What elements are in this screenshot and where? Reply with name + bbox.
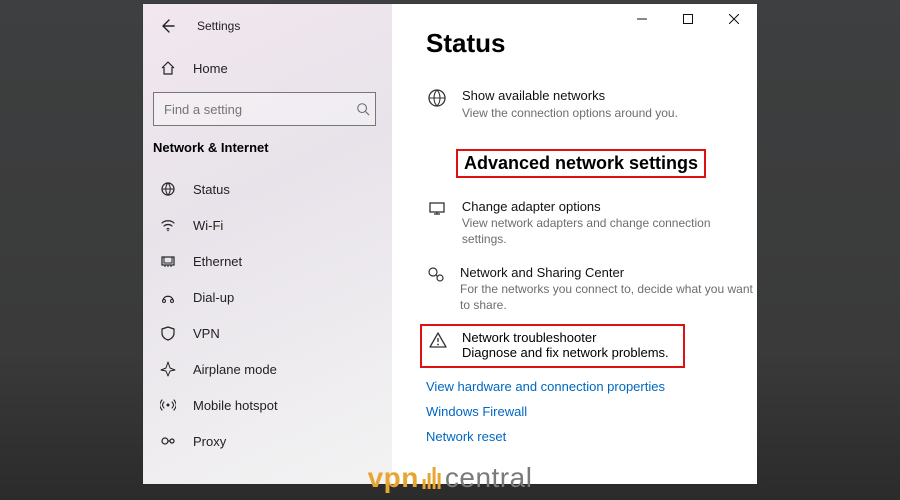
sidebar-item-label: Status xyxy=(193,182,230,197)
sidebar-item-label: Wi-Fi xyxy=(193,218,223,233)
search-input[interactable] xyxy=(154,102,350,117)
watermark-left: vpn xyxy=(368,462,419,494)
sidebar-home-label: Home xyxy=(193,61,228,76)
section-advanced-heading: Advanced network settings xyxy=(456,149,706,178)
link-windows-firewall[interactable]: Windows Firewall xyxy=(392,399,757,424)
warning-icon xyxy=(428,330,448,350)
sidebar-items: Status Wi-Fi Ethernet Dial-up VPN xyxy=(143,165,392,459)
search-box[interactable] xyxy=(153,92,376,126)
minimize-icon xyxy=(637,14,647,24)
option-desc: For the networks you connect to, decide … xyxy=(460,281,757,313)
maximize-button[interactable] xyxy=(665,4,711,34)
watermark-bars-icon xyxy=(423,467,441,489)
option-sharing-center[interactable]: Network and Sharing Center For the netwo… xyxy=(392,258,757,324)
option-desc: View network adapters and change connect… xyxy=(462,215,757,247)
close-icon xyxy=(729,14,739,24)
sidebar-item-airplane[interactable]: Airplane mode xyxy=(143,351,392,387)
arrow-left-icon xyxy=(159,18,175,34)
option-change-adapter[interactable]: Change adapter options View network adap… xyxy=(392,192,757,258)
minimize-button[interactable] xyxy=(619,4,665,34)
maximize-icon xyxy=(683,14,693,24)
watermark-right: central xyxy=(445,462,533,494)
close-button[interactable] xyxy=(711,4,757,34)
page-background: Settings Home Network & Internet Status xyxy=(0,0,900,500)
watermark: vpn central xyxy=(368,462,533,494)
settings-window: Settings Home Network & Internet Status xyxy=(143,4,757,484)
option-show-available-networks[interactable]: Show available networks View the connect… xyxy=(392,81,757,131)
ethernet-icon xyxy=(159,253,177,269)
sidebar-item-proxy[interactable]: Proxy xyxy=(143,423,392,459)
option-title: Network and Sharing Center xyxy=(460,264,757,282)
sidebar-item-label: Mobile hotspot xyxy=(193,398,278,413)
link-hardware-properties[interactable]: View hardware and connection properties xyxy=(392,374,757,399)
sidebar-category: Network & Internet xyxy=(143,140,392,165)
sidebar-item-wifi[interactable]: Wi-Fi xyxy=(143,207,392,243)
link-network-reset[interactable]: Network reset xyxy=(392,424,757,449)
sidebar: Settings Home Network & Internet Status xyxy=(143,4,392,484)
vpn-icon xyxy=(159,325,177,341)
option-desc: View the connection options around you. xyxy=(462,105,678,121)
sidebar-item-label: VPN xyxy=(193,326,220,341)
globe-icon xyxy=(426,87,448,108)
sharing-icon xyxy=(426,264,446,285)
dialup-icon xyxy=(159,289,177,305)
sidebar-item-dialup[interactable]: Dial-up xyxy=(143,279,392,315)
main-content: Status Show available networks View the … xyxy=(392,4,757,484)
sidebar-home[interactable]: Home xyxy=(143,50,392,86)
airplane-icon xyxy=(159,361,177,377)
sidebar-item-hotspot[interactable]: Mobile hotspot xyxy=(143,387,392,423)
sidebar-item-label: Airplane mode xyxy=(193,362,277,377)
sidebar-item-status[interactable]: Status xyxy=(143,171,392,207)
sidebar-item-ethernet[interactable]: Ethernet xyxy=(143,243,392,279)
option-title: Show available networks xyxy=(462,87,678,105)
hotspot-icon xyxy=(159,397,177,413)
sidebar-header: Settings xyxy=(143,4,392,48)
status-icon xyxy=(159,181,177,197)
adapter-icon xyxy=(426,198,448,219)
option-network-troubleshooter[interactable]: Network troubleshooter Diagnose and fix … xyxy=(420,324,685,368)
option-desc: Diagnose and fix network problems. xyxy=(462,345,669,360)
sidebar-item-label: Ethernet xyxy=(193,254,242,269)
proxy-icon xyxy=(159,433,177,449)
option-title: Change adapter options xyxy=(462,198,757,216)
home-icon xyxy=(159,60,177,76)
window-title: Settings xyxy=(197,19,240,33)
search-icon xyxy=(350,102,375,116)
sidebar-item-label: Proxy xyxy=(193,434,226,449)
window-controls xyxy=(619,4,757,34)
option-title: Network troubleshooter xyxy=(462,330,669,345)
back-button[interactable] xyxy=(159,18,175,34)
sidebar-item-label: Dial-up xyxy=(193,290,234,305)
sidebar-item-vpn[interactable]: VPN xyxy=(143,315,392,351)
wifi-icon xyxy=(159,217,177,233)
